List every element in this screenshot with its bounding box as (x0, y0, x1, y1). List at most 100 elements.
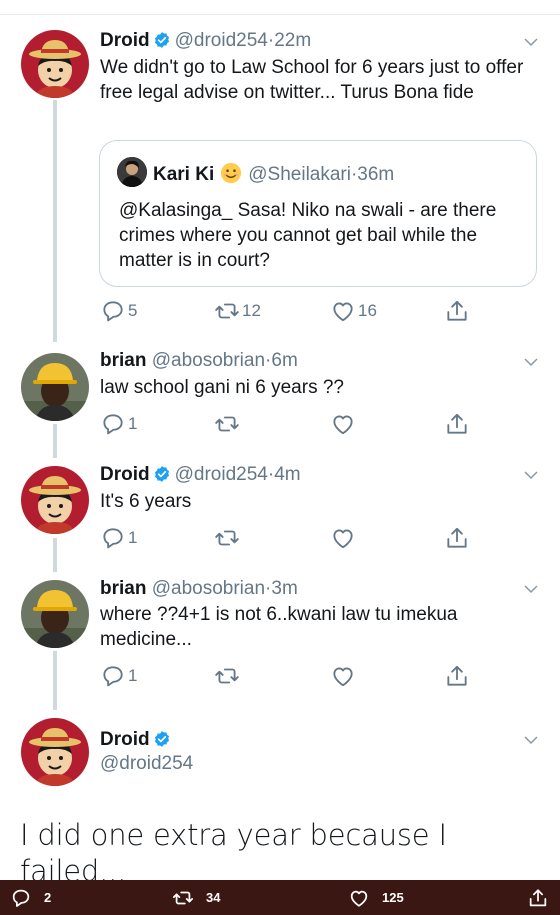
tweet-text: where ??4+1 is not 6..kwani law tu imeku… (100, 604, 458, 650)
retweet-icon (215, 668, 239, 684)
user-handle[interactable]: @droid254 (100, 753, 193, 774)
reply-button[interactable]: 2 (10, 880, 51, 915)
reply-icon (103, 301, 123, 322)
tweet-header: brian @abosobrian·3m (100, 577, 298, 601)
reply-icon (103, 414, 123, 435)
display-name[interactable]: Kari Ki (153, 164, 214, 185)
tweet-time[interactable]: 22m (274, 30, 311, 51)
heart-icon (350, 890, 368, 907)
tweet-header: Droid (100, 728, 175, 752)
reply-count: 1 (128, 528, 138, 547)
tweet-actions: 1 (100, 409, 480, 439)
quoted-tweet-text: @Kalasinga_ Sasa! Niko na swali - are th… (119, 200, 497, 271)
chevron-down-icon[interactable] (522, 731, 540, 749)
retweet-icon (172, 891, 194, 904)
profile-photo-icon (21, 353, 89, 421)
reply-icon (12, 889, 30, 907)
share-button[interactable] (444, 523, 470, 553)
profile-photo-icon (21, 580, 89, 648)
user-handle[interactable]: @Sheilakari (248, 164, 351, 185)
share-icon (529, 888, 547, 906)
verified-badge-icon (154, 731, 169, 747)
retweet-button[interactable] (214, 409, 240, 439)
display-name[interactable]: Droid (100, 729, 150, 750)
avatar[interactable] (21, 353, 89, 421)
retweet-count: 12 (242, 301, 261, 320)
reply-count: 1 (128, 414, 138, 433)
bottom-action-bar: 2 34 125 (0, 880, 560, 915)
chevron-down-icon[interactable] (522, 580, 540, 598)
share-icon (447, 527, 467, 548)
display-name[interactable]: brian (100, 578, 146, 599)
share-button[interactable] (527, 880, 560, 915)
like-button[interactable] (330, 409, 356, 439)
avatar[interactable] (21, 30, 89, 98)
reply-icon (103, 528, 123, 549)
tweet-text: It's 6 years (100, 491, 192, 512)
like-count: 16 (358, 301, 377, 320)
share-button[interactable] (444, 296, 470, 326)
retweet-icon (215, 530, 239, 546)
tweet[interactable]: brian @abosobrian·6m law school gani ni … (0, 335, 560, 450)
reply-button[interactable]: 1 (100, 661, 137, 691)
retweet-button[interactable]: 12 (214, 296, 261, 326)
verified-badge-icon (154, 466, 169, 482)
profile-photo-icon (117, 157, 147, 187)
reply-button[interactable]: 1 (100, 409, 137, 439)
tweet-time[interactable]: 36m (357, 164, 394, 185)
reply-button[interactable]: 5 (100, 296, 137, 326)
retweet-button[interactable] (214, 661, 240, 691)
avatar[interactable] (21, 580, 89, 648)
share-button[interactable] (444, 409, 470, 439)
avatar[interactable] (117, 157, 147, 187)
user-handle[interactable]: @abosobrian (152, 578, 265, 599)
display-name[interactable]: brian (100, 350, 146, 371)
user-handle[interactable]: @droid254 (175, 30, 268, 51)
like-button[interactable]: 125 (348, 880, 404, 915)
straw-hat-avatar-icon (21, 466, 89, 534)
chevron-down-icon[interactable] (522, 33, 540, 51)
avatar[interactable] (21, 718, 89, 786)
reply-icon (103, 666, 123, 687)
chevron-down-icon[interactable] (522, 466, 540, 484)
share-button[interactable] (444, 661, 470, 691)
retweet-button[interactable]: 34 (172, 880, 220, 915)
tweet-time[interactable]: 6m (271, 350, 297, 371)
tweet[interactable]: Droid @droid254·22m We didn't go to Law S… (0, 0, 560, 335)
like-button[interactable]: 16 (330, 296, 377, 326)
tweet-header: Droid @droid254·4m (100, 463, 301, 487)
smiling-face-icon (221, 162, 242, 184)
heart-icon (333, 302, 353, 322)
user-handle[interactable]: @droid254 (175, 464, 268, 485)
tweet-text: We didn't go to Law School for 6 years j… (100, 57, 524, 103)
avatar[interactable] (21, 466, 89, 534)
retweet-icon (215, 303, 239, 319)
like-button[interactable] (330, 661, 356, 691)
display-name[interactable]: Droid (100, 30, 150, 51)
retweet-button[interactable] (214, 523, 240, 553)
heart-icon (333, 529, 353, 549)
share-icon (447, 413, 467, 434)
share-icon (447, 665, 467, 686)
tweet[interactable]: brian @abosobrian·3m where ??4+1 is not … (0, 564, 560, 704)
display-name[interactable]: Droid (100, 464, 150, 485)
user-handle[interactable]: @abosobrian (152, 350, 265, 371)
tweet[interactable]: Droid @droid254·4m It's 6 years 1 (0, 450, 560, 564)
tweet-time[interactable]: 4m (274, 464, 300, 485)
share-icon (447, 300, 467, 321)
straw-hat-avatar-icon (21, 718, 89, 786)
like-count: 125 (382, 890, 404, 905)
tweet-actions: 1 (100, 523, 480, 553)
tweet-header: brian @abosobrian·6m (100, 349, 298, 373)
chevron-down-icon[interactable] (522, 353, 540, 371)
straw-hat-avatar-icon (21, 30, 89, 98)
tweet-header: Droid @droid254·22m (100, 29, 311, 53)
tweet-time[interactable]: 3m (271, 578, 297, 599)
retweet-count: 34 (206, 890, 221, 905)
reply-count: 5 (128, 301, 138, 320)
quoted-tweet[interactable]: Kari Ki @Sheilakari·36m @Kalasinga_ Sasa!… (99, 140, 537, 287)
quoted-tweet-header: Kari Ki @Sheilakari·36m (153, 162, 394, 187)
reply-button[interactable]: 1 (100, 523, 137, 553)
like-button[interactable] (330, 523, 356, 553)
reply-count: 1 (128, 666, 138, 685)
